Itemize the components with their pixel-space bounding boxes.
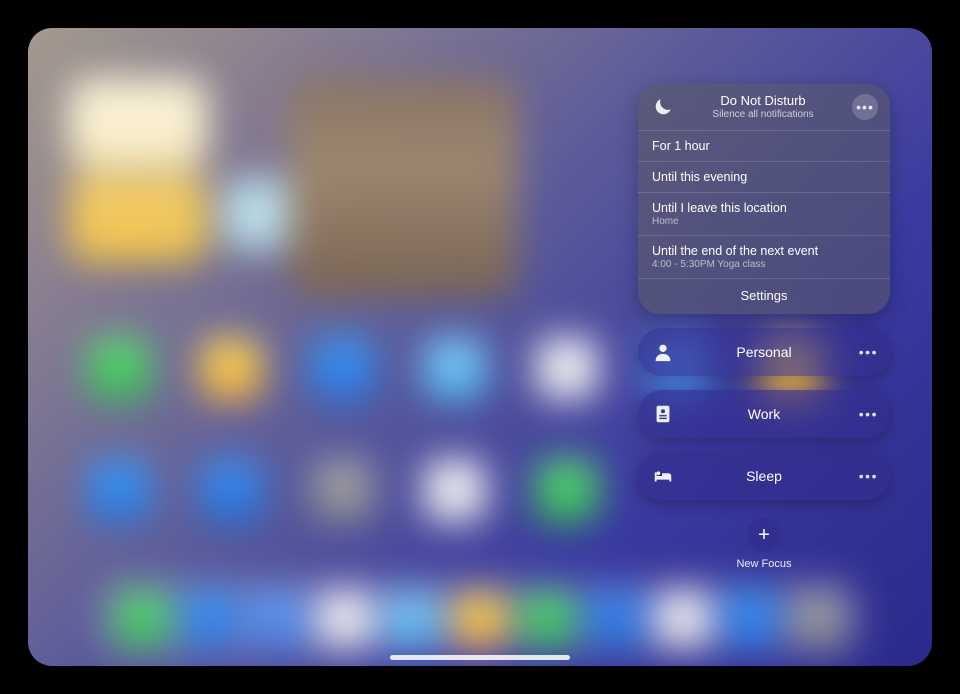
dnd-settings-button[interactable]: Settings xyxy=(638,278,890,314)
focus-mode-more-button[interactable]: ••• xyxy=(854,406,878,422)
dnd-option-until-event-ends[interactable]: Until the end of the next event 4:00 - 5… xyxy=(638,235,890,278)
dnd-options-list: For 1 hour Until this evening Until I le… xyxy=(638,130,890,278)
focus-mode-personal[interactable]: Personal ••• xyxy=(638,328,890,376)
focus-mode-more-button[interactable]: ••• xyxy=(854,344,878,360)
focus-panel: Do Not Disturb Silence all notifications… xyxy=(638,84,890,570)
dnd-option-sublabel: 4:00 - 5:30PM Yoga class xyxy=(652,259,876,270)
dnd-header[interactable]: Do Not Disturb Silence all notifications… xyxy=(638,84,890,130)
screen: Do Not Disturb Silence all notifications… xyxy=(28,28,932,666)
plus-icon: + xyxy=(758,524,770,547)
focus-mode-work[interactable]: Work ••• xyxy=(638,390,890,438)
dnd-title: Do Not Disturb xyxy=(682,94,844,108)
person-icon xyxy=(652,341,674,363)
home-indicator[interactable] xyxy=(390,655,570,660)
moon-icon xyxy=(652,96,674,118)
dnd-title-block: Do Not Disturb Silence all notifications xyxy=(682,94,844,119)
dnd-more-button[interactable]: ••• xyxy=(852,94,878,120)
dnd-option-until-evening[interactable]: Until this evening xyxy=(638,161,890,192)
new-focus-label: New Focus xyxy=(736,558,791,570)
focus-mode-label: Personal xyxy=(674,344,854,360)
new-focus: + New Focus xyxy=(638,518,890,570)
ipad-frame: Do Not Disturb Silence all notifications… xyxy=(2,2,958,692)
focus-mode-label: Work xyxy=(674,406,854,422)
dnd-option-until-leave-location[interactable]: Until I leave this location Home xyxy=(638,192,890,235)
dnd-option-label: For 1 hour xyxy=(652,139,876,153)
dnd-settings-label: Settings xyxy=(741,288,788,303)
new-focus-button[interactable]: + xyxy=(747,518,781,552)
ellipsis-icon: ••• xyxy=(856,99,874,115)
focus-mode-more-button[interactable]: ••• xyxy=(854,468,878,484)
dnd-option-sublabel: Home xyxy=(652,216,876,227)
focus-mode-sleep[interactable]: Sleep ••• xyxy=(638,452,890,500)
dnd-option-label: Until this evening xyxy=(652,170,876,184)
dnd-option-label: Until I leave this location xyxy=(652,201,876,215)
bed-icon xyxy=(652,465,674,487)
badge-icon xyxy=(652,403,674,425)
dnd-option-label: Until the end of the next event xyxy=(652,244,876,258)
do-not-disturb-card: Do Not Disturb Silence all notifications… xyxy=(638,84,890,314)
focus-mode-label: Sleep xyxy=(674,468,854,484)
dnd-option-1hour[interactable]: For 1 hour xyxy=(638,130,890,161)
dnd-subtitle: Silence all notifications xyxy=(682,109,844,120)
